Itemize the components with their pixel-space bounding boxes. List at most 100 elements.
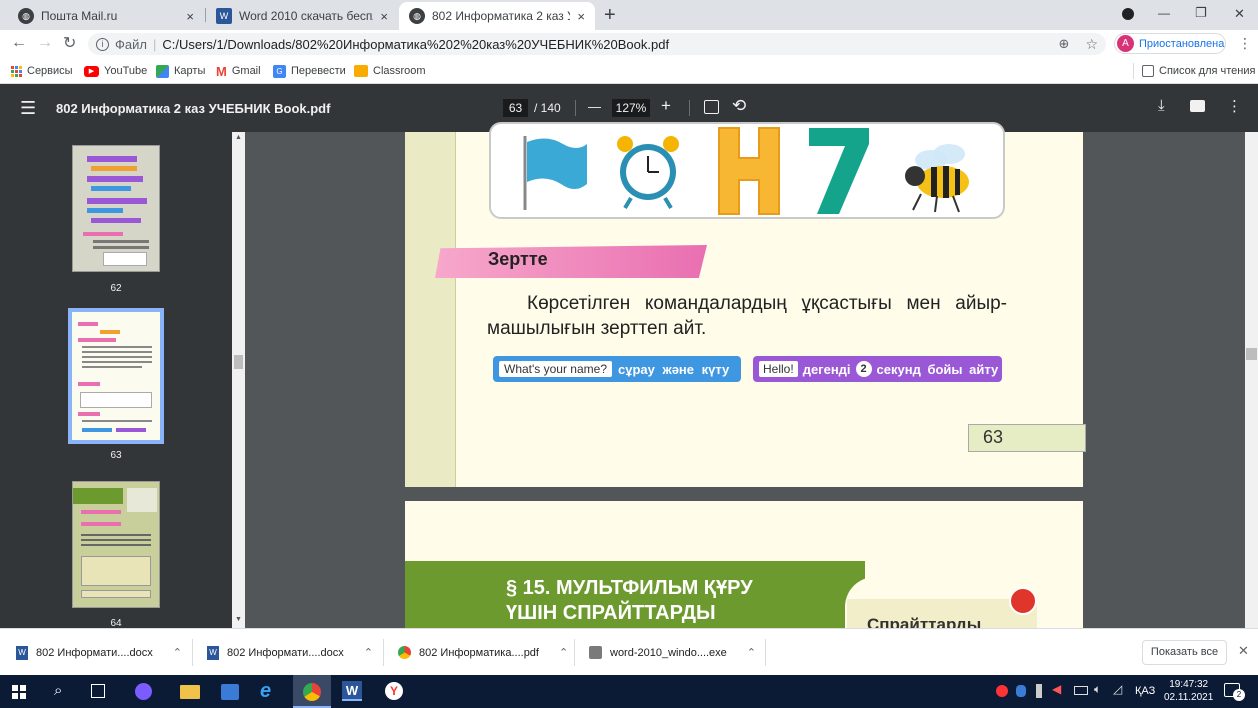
usb-icon[interactable] bbox=[1036, 684, 1042, 698]
minimize-button[interactable]: — bbox=[1158, 6, 1170, 20]
bookmark-classroom[interactable]: Classroom bbox=[354, 58, 426, 84]
bookmark-gmail[interactable]: M Gmail bbox=[216, 58, 261, 84]
reload-icon[interactable]: ↻ bbox=[63, 33, 76, 53]
chrome-taskbar-button[interactable] bbox=[293, 675, 331, 708]
ask-and-wait-block: What's your name? сұрау және күту bbox=[493, 356, 741, 382]
windows-start-icon[interactable] bbox=[12, 685, 26, 699]
say-for-seconds-block: Hello! дегенді 2 секунд бойы айту bbox=[753, 356, 1002, 382]
bookmark-translate[interactable]: G Перевести bbox=[273, 58, 346, 84]
zoom-in-button[interactable]: + bbox=[661, 96, 671, 116]
yandex-icon[interactable]: Y bbox=[385, 682, 403, 700]
battery-icon[interactable] bbox=[1074, 686, 1088, 695]
main-scrollbar[interactable] bbox=[1245, 132, 1258, 628]
clock[interactable]: 19:47:32 02.11.2021 bbox=[1164, 678, 1213, 704]
notification-count: 2 bbox=[1233, 689, 1245, 701]
scroll-thumb[interactable] bbox=[234, 355, 243, 369]
task-view-icon[interactable] bbox=[91, 684, 105, 698]
paragraph: Көрсетілген командалардың ұқсастығы мен … bbox=[487, 291, 1007, 341]
tab-strip: ◍ Пошта Mail.ru × W Word 2010 скачать бе… bbox=[0, 0, 1258, 30]
thumbnail-page-64[interactable] bbox=[72, 481, 160, 608]
back-arrow-icon[interactable]: ← bbox=[11, 34, 27, 52]
download-item[interactable]: W 802 Информати....docx ⌃ bbox=[16, 629, 182, 676]
profile-button[interactable]: A Приостановлена bbox=[1114, 33, 1226, 54]
download-item[interactable]: W 802 Информати....docx ⌃ bbox=[207, 629, 373, 676]
maximize-button[interactable]: ❐ bbox=[1195, 5, 1207, 21]
tab-search-icon[interactable] bbox=[1122, 8, 1134, 20]
download-name: 802 Информати....docx bbox=[227, 646, 344, 659]
reading-list[interactable]: Список для чтения bbox=[1142, 58, 1255, 84]
address-bar[interactable]: i Файл | C:/Users/1/Downloads/802%20Инфо… bbox=[88, 33, 1106, 55]
more-options-icon[interactable]: ⋮ bbox=[1227, 97, 1242, 115]
forward-arrow-icon[interactable]: → bbox=[37, 34, 53, 52]
download-name: 802 Информати....docx bbox=[36, 646, 153, 659]
block-label: дегенді bbox=[802, 361, 851, 377]
bluetooth-icon[interactable] bbox=[1016, 685, 1026, 697]
zoom-input[interactable]: 127% bbox=[612, 99, 650, 117]
thumbnail-sidebar: 62 63 64 bbox=[0, 132, 232, 629]
search-icon[interactable]: ⌕ bbox=[54, 682, 62, 699]
download-item[interactable]: 802 Информатика....pdf ⌃ bbox=[398, 629, 568, 676]
chevron-up-icon[interactable]: ⌃ bbox=[559, 646, 568, 659]
paragraph-line: Көрсетілген командалардың ұқсастығы мен … bbox=[527, 293, 1007, 314]
bee-icon bbox=[905, 144, 969, 213]
chevron-up-icon[interactable]: ⌃ bbox=[173, 646, 182, 659]
tab-word[interactable]: W Word 2010 скачать бесплатно р × bbox=[206, 2, 398, 30]
alice-icon[interactable] bbox=[135, 683, 152, 700]
rotate-icon[interactable]: ⟲ bbox=[732, 96, 746, 116]
flag-tray-icon[interactable]: ◀ bbox=[1052, 682, 1061, 696]
heading-line: ҮШІН СПРАЙТТАРДЫ bbox=[506, 602, 716, 624]
block-label: сұрау және күту bbox=[618, 361, 730, 377]
volume-icon[interactable]: 🔈︎ bbox=[1094, 682, 1101, 697]
zoom-out-button[interactable]: — bbox=[588, 99, 601, 114]
close-window-button[interactable]: ✕ bbox=[1234, 6, 1245, 22]
tab-mail[interactable]: ◍ Пошта Mail.ru × bbox=[8, 2, 204, 30]
page-number-input[interactable]: 63 bbox=[503, 99, 528, 117]
print-icon[interactable] bbox=[1190, 100, 1205, 112]
bookmark-maps[interactable]: Карты bbox=[156, 58, 205, 84]
bookmark-label: Gmail bbox=[231, 65, 261, 77]
edge-icon[interactable]: e bbox=[260, 680, 271, 703]
fit-page-icon[interactable] bbox=[704, 100, 719, 114]
download-item[interactable]: word-2010_windo....exe ⌃ bbox=[589, 629, 756, 676]
store-icon[interactable] bbox=[221, 684, 239, 700]
bookmark-label: Сервисы bbox=[27, 65, 73, 77]
block-input: Hello! bbox=[759, 361, 798, 377]
menu-icon[interactable]: ⋮ bbox=[1238, 35, 1252, 52]
file-explorer-icon[interactable] bbox=[180, 685, 200, 699]
word-file-icon: W bbox=[16, 645, 28, 660]
bookmark-apps[interactable]: Сервисы bbox=[11, 58, 73, 84]
download-icon[interactable]: ⤓ bbox=[1158, 97, 1165, 114]
yandex-tray-icon[interactable] bbox=[996, 685, 1008, 697]
new-tab-button[interactable]: + bbox=[604, 4, 616, 27]
thumbnail-page-63[interactable] bbox=[68, 308, 164, 444]
notifications-icon[interactable]: 2 bbox=[1224, 683, 1245, 701]
close-tab-icon[interactable]: × bbox=[577, 9, 585, 24]
chapter-heading: § 15. МУЛЬТФИЛЬМ ҚҰРУ ҮШІН СПРАЙТТАРДЫ bbox=[506, 576, 753, 626]
section-title: Зертте bbox=[488, 249, 548, 269]
page-number-box: 63 bbox=[968, 424, 1086, 452]
bookmark-youtube[interactable]: ▶ YouTube bbox=[84, 58, 147, 84]
tab-title: 802 Информатика 2 каз УЧЕБНИ bbox=[432, 9, 570, 23]
section-banner bbox=[435, 245, 707, 278]
word-taskbar-icon[interactable]: W bbox=[342, 681, 362, 701]
close-downloads-icon[interactable]: ✕ bbox=[1238, 643, 1249, 659]
zoom-icon[interactable]: ⊕ bbox=[1059, 36, 1070, 52]
sidebar-scrollbar[interactable]: ▲ ▼ bbox=[232, 132, 245, 628]
network-icon[interactable]: ◿ bbox=[1113, 682, 1122, 696]
language-indicator[interactable]: ҚАЗ bbox=[1135, 685, 1155, 697]
show-all-button[interactable]: Показать все bbox=[1142, 640, 1227, 665]
star-icon[interactable]: ☆ bbox=[1085, 36, 1098, 53]
bookmark-label: YouTube bbox=[104, 65, 148, 77]
chevron-up-icon[interactable]: ⌃ bbox=[364, 646, 373, 659]
close-tab-icon[interactable]: × bbox=[380, 9, 388, 24]
info-icon[interactable]: i bbox=[96, 37, 109, 51]
divider bbox=[689, 100, 690, 116]
close-tab-icon[interactable]: × bbox=[186, 9, 194, 24]
downloads-bar: W 802 Информати....docx ⌃ W 802 Информат… bbox=[0, 628, 1258, 675]
chevron-up-icon[interactable]: ⌃ bbox=[747, 646, 756, 659]
scroll-thumb[interactable] bbox=[1246, 348, 1257, 360]
tab-pdf[interactable]: ◍ 802 Информатика 2 каз УЧЕБНИ × bbox=[399, 2, 595, 30]
thumbnail-page-62[interactable] bbox=[72, 145, 160, 272]
word-icon: W bbox=[216, 8, 232, 24]
hamburger-menu-icon[interactable]: ☰ bbox=[20, 98, 36, 119]
